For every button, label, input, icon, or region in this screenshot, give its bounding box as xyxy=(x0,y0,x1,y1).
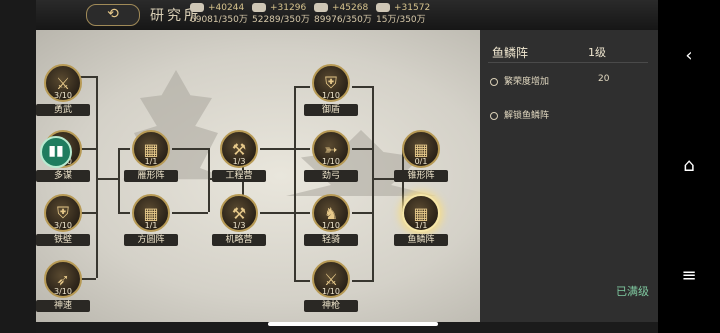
detail-panel: 鱼鳞阵 1级 繁荣度增加 20 解锁鱼鳞阵 已满级 xyxy=(480,30,658,322)
effect-value: 20 xyxy=(598,74,610,84)
research-tree: ⚔ 3/10 勇武 ✎ 3/10 多谋 ⛨ 3/10 铁壁 ➶ 3/10 神速 … xyxy=(36,30,480,322)
node-level: 1/10 xyxy=(322,221,340,230)
node-label: 轻骑 xyxy=(304,234,358,246)
effect-label: 解锁鱼鳞阵 xyxy=(504,111,550,121)
node-label: 御盾 xyxy=(304,104,358,116)
node-level: 0/1 xyxy=(414,157,428,166)
node-level: 1/1 xyxy=(144,221,158,230)
node-level: 1/10 xyxy=(322,157,340,166)
node-level: 1/3 xyxy=(232,157,246,166)
top-bar: ⟲ 研究所 +40244 69081/350万 +31296 52289/350… xyxy=(36,0,658,31)
tech-node-yulin-selected[interactable]: ▦ 1/1 鱼鳞阵 xyxy=(394,194,448,256)
tech-node-qingqi[interactable]: ♞ 1/10 轻骑 xyxy=(304,194,358,256)
nav-home-icon[interactable]: ⌂ xyxy=(658,146,720,186)
node-level: 1/10 xyxy=(322,91,340,100)
tech-node-yanxing[interactable]: ▦ 1/1 雁形阵 xyxy=(124,130,178,192)
system-nav-bar: ‹ ⌂ ≡ xyxy=(658,0,720,333)
bullet-icon xyxy=(490,111,498,120)
tech-node-yongwu[interactable]: ⚔ 3/10 勇武 xyxy=(36,64,90,126)
resource-amount: 89976/350万 xyxy=(314,15,372,25)
node-level: 1/10 xyxy=(322,287,340,296)
home-indicator[interactable] xyxy=(268,322,438,326)
tech-node-tiebi[interactable]: ⛨ 3/10 铁壁 xyxy=(36,194,90,256)
resource-silver: +31296 52289/350万 xyxy=(252,2,322,26)
panel-level: 1级 xyxy=(588,46,606,59)
resource-wood: +45268 89976/350万 xyxy=(314,2,384,26)
game-screen: ⟲ 研究所 +40244 69081/350万 +31296 52289/350… xyxy=(0,0,658,333)
tech-node-shenqiang[interactable]: ⚔ 1/10 神枪 xyxy=(304,260,358,322)
effect-row: 繁荣度增加 xyxy=(490,74,549,87)
node-level: 3/10 xyxy=(54,221,72,230)
node-level: 3/10 xyxy=(54,91,72,100)
effect-label: 繁荣度增加 xyxy=(504,77,550,87)
iron-icon xyxy=(376,3,390,12)
nav-menu-icon[interactable]: ≡ xyxy=(658,256,720,296)
status-label: 已满级 xyxy=(616,285,649,298)
stats-badge-icon[interactable]: ▮▮ xyxy=(40,136,72,168)
node-label: 劲弓 xyxy=(304,170,358,182)
nav-back-icon[interactable]: ‹ xyxy=(658,36,720,76)
resource-amount: 52289/350万 xyxy=(252,15,310,25)
tech-node-gongcheng[interactable]: ⚒ 1/3 工程营 xyxy=(212,130,266,192)
node-label: 鱼鳞阵 xyxy=(394,234,448,246)
tech-node-shensu[interactable]: ➶ 3/10 神速 xyxy=(36,260,90,322)
tech-node-zhuixing[interactable]: ▦ 0/1 锥形阵 xyxy=(394,130,448,192)
resource-grain: +40244 69081/350万 xyxy=(190,2,260,26)
resource-amount: 15万/350万 xyxy=(376,15,426,25)
node-label: 工程营 xyxy=(212,170,266,182)
node-label: 铁壁 xyxy=(36,234,90,246)
node-level: 1/1 xyxy=(414,221,428,230)
effect-row: 解锁鱼鳞阵 xyxy=(490,108,549,121)
node-label: 勇武 xyxy=(36,104,90,116)
panel-title: 鱼鳞阵 xyxy=(492,46,529,60)
node-label: 神速 xyxy=(36,300,90,312)
node-label: 雁形阵 xyxy=(124,170,178,182)
wood-icon xyxy=(314,3,328,12)
node-level: 1/1 xyxy=(144,157,158,166)
node-label: 神枪 xyxy=(304,300,358,312)
node-level: 1/3 xyxy=(232,221,246,230)
tech-node-fangyuan[interactable]: ▦ 1/1 方圆阵 xyxy=(124,194,178,256)
back-button[interactable]: ⟲ xyxy=(86,4,140,26)
node-label: 机略营 xyxy=(212,234,266,246)
grain-icon xyxy=(190,3,204,12)
node-label: 多谋 xyxy=(36,170,90,182)
node-label: 方圆阵 xyxy=(124,234,178,246)
resource-iron: +31572 15万/350万 xyxy=(376,2,446,26)
resource-amount: 69081/350万 xyxy=(190,15,248,25)
silver-icon xyxy=(252,3,266,12)
node-level: 3/10 xyxy=(54,287,72,296)
bullet-icon xyxy=(490,77,498,86)
tech-node-jingong[interactable]: ➳ 1/10 劲弓 xyxy=(304,130,358,192)
tech-node-yudun[interactable]: ⛨ 1/10 御盾 xyxy=(304,64,358,126)
divider xyxy=(488,62,648,63)
tech-node-jilue[interactable]: ⚒ 1/3 机略营 xyxy=(212,194,266,256)
node-label: 锥形阵 xyxy=(394,170,448,182)
